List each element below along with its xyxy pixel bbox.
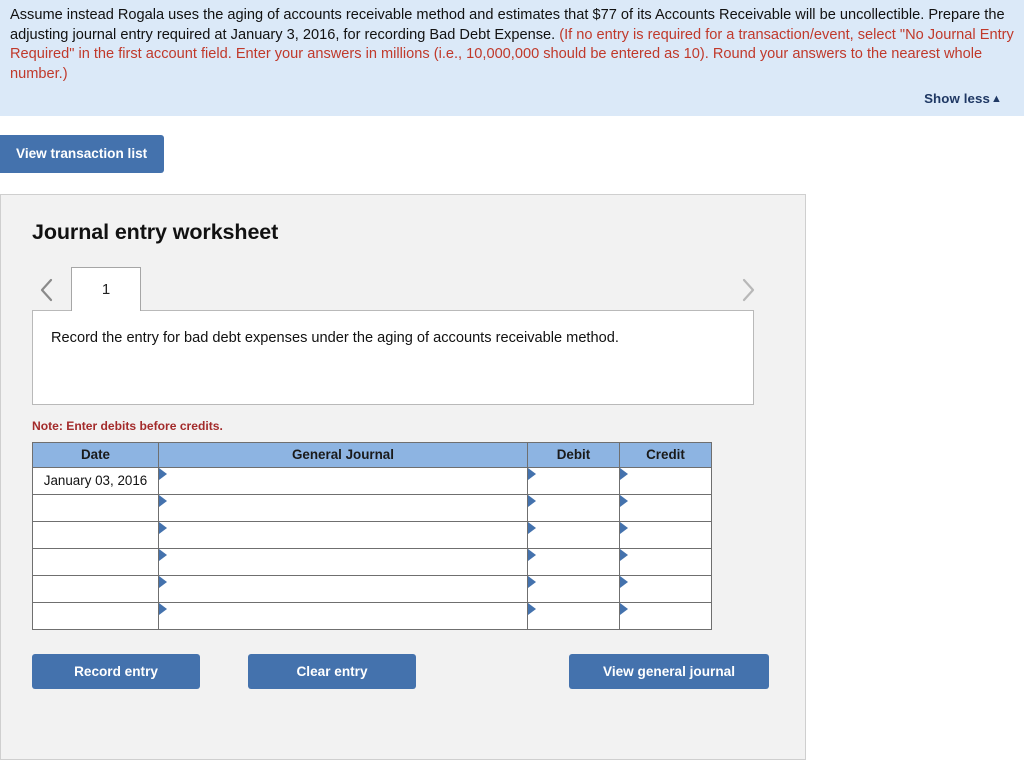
dropdown-marker-icon bbox=[528, 548, 536, 561]
journal-entry-table: Date General Journal Debit Credit Januar… bbox=[32, 441, 712, 630]
column-header-date: Date bbox=[32, 441, 159, 468]
dropdown-marker-icon bbox=[159, 521, 167, 534]
column-header-debit: Debit bbox=[527, 441, 620, 468]
cell-debit[interactable] bbox=[527, 466, 620, 495]
dropdown-marker-icon bbox=[159, 602, 167, 615]
cell-debit[interactable] bbox=[527, 574, 620, 603]
cell-debit[interactable] bbox=[527, 547, 620, 576]
dropdown-marker-icon bbox=[620, 521, 628, 534]
table-row bbox=[32, 493, 712, 522]
dropdown-marker-icon bbox=[159, 494, 167, 507]
dropdown-marker-icon bbox=[620, 575, 628, 588]
cell-credit[interactable] bbox=[619, 466, 712, 495]
dropdown-marker-icon bbox=[159, 548, 167, 561]
dropdown-marker-icon bbox=[159, 467, 167, 480]
cell-general-journal[interactable] bbox=[158, 574, 528, 603]
cell-credit[interactable] bbox=[619, 547, 712, 576]
worksheet-tab-label: 1 bbox=[101, 280, 111, 298]
cell-general-journal[interactable] bbox=[158, 547, 528, 576]
worksheet-instruction-text: Record the entry for bad debt expenses u… bbox=[51, 329, 619, 346]
table-row bbox=[32, 547, 712, 576]
cell-general-journal[interactable] bbox=[158, 601, 528, 630]
debits-before-credits-note: Note: Enter debits before credits. bbox=[32, 418, 223, 433]
cell-date[interactable] bbox=[32, 547, 159, 576]
cell-debit[interactable] bbox=[527, 520, 620, 549]
prev-worksheet-button[interactable] bbox=[32, 269, 62, 311]
cell-credit[interactable] bbox=[619, 520, 712, 549]
cell-credit[interactable] bbox=[619, 493, 712, 522]
journal-entry-panel: Journal entry worksheet 1 Record the ent… bbox=[0, 193, 806, 760]
table-row: January 03, 2016 bbox=[32, 466, 712, 495]
dropdown-marker-icon bbox=[620, 602, 628, 615]
table-row bbox=[32, 601, 712, 630]
table-row bbox=[32, 520, 712, 549]
cell-date[interactable] bbox=[32, 493, 159, 522]
dropdown-marker-icon bbox=[620, 548, 628, 561]
dropdown-marker-icon bbox=[620, 467, 628, 480]
cell-credit[interactable] bbox=[619, 601, 712, 630]
dropdown-marker-icon bbox=[528, 602, 536, 615]
worksheet-actions: Record entry Clear entry View general jo… bbox=[32, 653, 769, 690]
show-less-row: Show less▲ bbox=[10, 84, 1014, 112]
cell-date: January 03, 2016 bbox=[32, 466, 159, 495]
column-header-credit: Credit bbox=[619, 441, 712, 468]
record-entry-button[interactable]: Record entry bbox=[32, 653, 200, 690]
cell-date[interactable] bbox=[32, 601, 159, 630]
show-less-link[interactable]: Show less▲ bbox=[924, 91, 1002, 106]
chevron-right-icon bbox=[740, 277, 756, 303]
view-transaction-list-button[interactable]: View transaction list bbox=[0, 135, 165, 173]
cell-general-journal[interactable] bbox=[158, 493, 528, 522]
caret-up-icon: ▲ bbox=[991, 93, 1002, 105]
dropdown-marker-icon bbox=[159, 575, 167, 588]
dropdown-marker-icon bbox=[528, 575, 536, 588]
view-general-journal-button[interactable]: View general journal bbox=[569, 653, 769, 690]
table-row bbox=[32, 574, 712, 603]
dropdown-marker-icon bbox=[528, 521, 536, 534]
dropdown-marker-icon bbox=[528, 467, 536, 480]
cell-debit[interactable] bbox=[527, 601, 620, 630]
banner-paragraph: Assume instead Rogala uses the aging of … bbox=[10, 6, 1014, 84]
cell-date[interactable] bbox=[32, 574, 159, 603]
next-worksheet-button[interactable] bbox=[733, 269, 763, 311]
cell-date[interactable] bbox=[32, 520, 159, 549]
cell-debit[interactable] bbox=[527, 493, 620, 522]
worksheet-tab-1[interactable]: 1 bbox=[71, 266, 141, 311]
table-header-row: Date General Journal Debit Credit bbox=[32, 441, 712, 468]
column-header-general-journal: General Journal bbox=[158, 441, 528, 468]
dropdown-marker-icon bbox=[620, 494, 628, 507]
page-title: Journal entry worksheet bbox=[32, 219, 279, 244]
instruction-banner: Assume instead Rogala uses the aging of … bbox=[0, 0, 1024, 116]
cell-general-journal[interactable] bbox=[158, 466, 528, 495]
dropdown-marker-icon bbox=[528, 494, 536, 507]
worksheet-tabstrip: 1 bbox=[32, 266, 779, 311]
show-less-label: Show less bbox=[924, 91, 990, 106]
cell-credit[interactable] bbox=[619, 574, 712, 603]
chevron-left-icon bbox=[39, 277, 55, 303]
cell-general-journal[interactable] bbox=[158, 520, 528, 549]
toolbar: View transaction list bbox=[0, 116, 1024, 173]
clear-entry-button[interactable]: Clear entry bbox=[248, 653, 416, 690]
worksheet-instruction-box: Record the entry for bad debt expenses u… bbox=[32, 309, 754, 405]
